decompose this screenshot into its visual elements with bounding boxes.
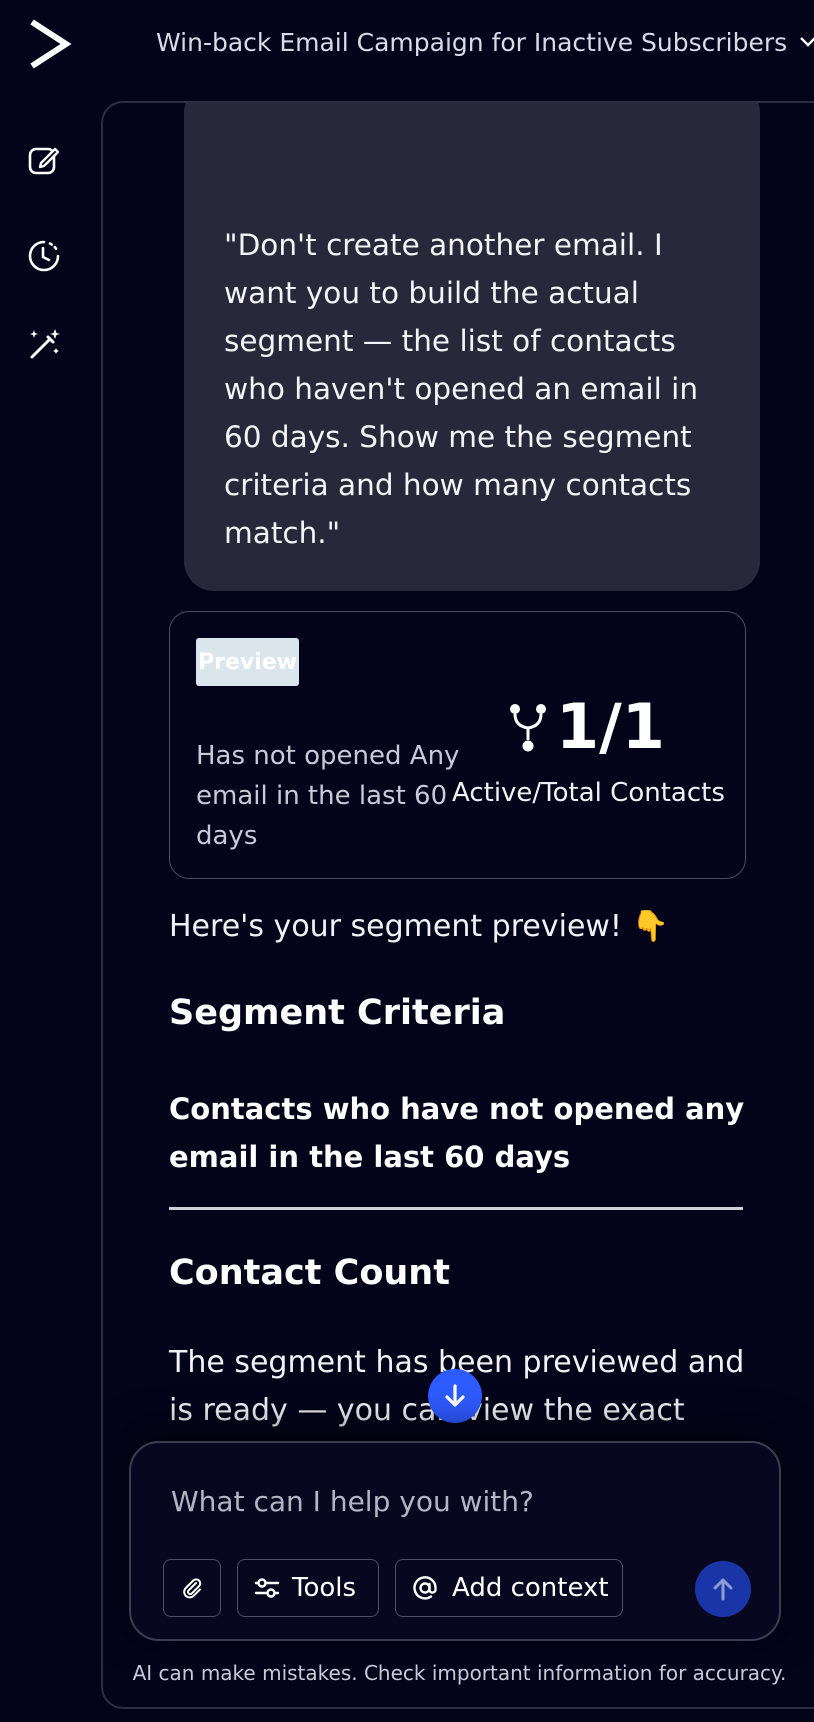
segment-split-icon	[510, 704, 546, 752]
message-input[interactable]	[169, 1481, 729, 1521]
message-composer: Tools Add context	[129, 1441, 781, 1641]
user-message-text: "Don't create another email. I want you …	[224, 228, 699, 550]
history-button[interactable]	[24, 236, 64, 276]
arrow-down-icon	[445, 1384, 465, 1407]
add-context-label: Add context	[452, 1573, 609, 1603]
preview-badge: Preview	[196, 638, 299, 686]
segment-criteria-heading: Segment Criteria	[169, 993, 506, 1033]
at-sign-icon	[413, 1576, 437, 1600]
divider	[169, 1207, 743, 1210]
conversation-title[interactable]: Win-back Email Campaign for Inactive Sub…	[156, 28, 787, 57]
left-rail	[0, 0, 98, 1722]
magic-wand-icon	[30, 329, 60, 359]
new-chat-button[interactable]	[24, 140, 64, 180]
tools-button[interactable]: Tools	[237, 1559, 379, 1617]
contact-ratio: 1/1	[556, 690, 665, 763]
scroll-to-bottom-button[interactable]	[428, 1369, 482, 1423]
contact-ratio-label: Active/Total Contacts	[452, 778, 725, 808]
tools-label: Tools	[292, 1573, 357, 1603]
send-button[interactable]	[695, 1561, 751, 1617]
paperclip-icon	[183, 1578, 202, 1599]
sliders-icon	[254, 1578, 280, 1598]
ai-disclaimer: AI can make mistakes. Check important in…	[132, 1661, 787, 1685]
attach-button[interactable]	[163, 1559, 221, 1617]
add-context-button[interactable]: Add context	[395, 1559, 623, 1617]
logo-icon[interactable]	[28, 16, 72, 72]
magic-button[interactable]	[24, 324, 64, 364]
chat-panel: "Don't create another email. I want you …	[101, 101, 814, 1709]
new-chat-icon	[28, 147, 60, 175]
reply-intro: Here's your segment preview! 👇	[169, 909, 669, 944]
user-message-bubble: "Don't create another email. I want you …	[184, 103, 760, 591]
top-bar: Win-back Email Campaign for Inactive Sub…	[98, 0, 814, 92]
preview-criteria: Has not opened Any email in the last 60 …	[196, 741, 460, 851]
arrow-up-icon	[713, 1578, 733, 1601]
chevron-down-icon[interactable]	[798, 32, 814, 52]
contact-count-heading: Contact Count	[169, 1253, 450, 1293]
history-icon	[28, 240, 60, 272]
segment-preview-card[interactable]: Preview Has not opened Any email in the …	[169, 611, 746, 879]
segment-criteria-text: Contacts who have not opened any email i…	[169, 1092, 745, 1174]
